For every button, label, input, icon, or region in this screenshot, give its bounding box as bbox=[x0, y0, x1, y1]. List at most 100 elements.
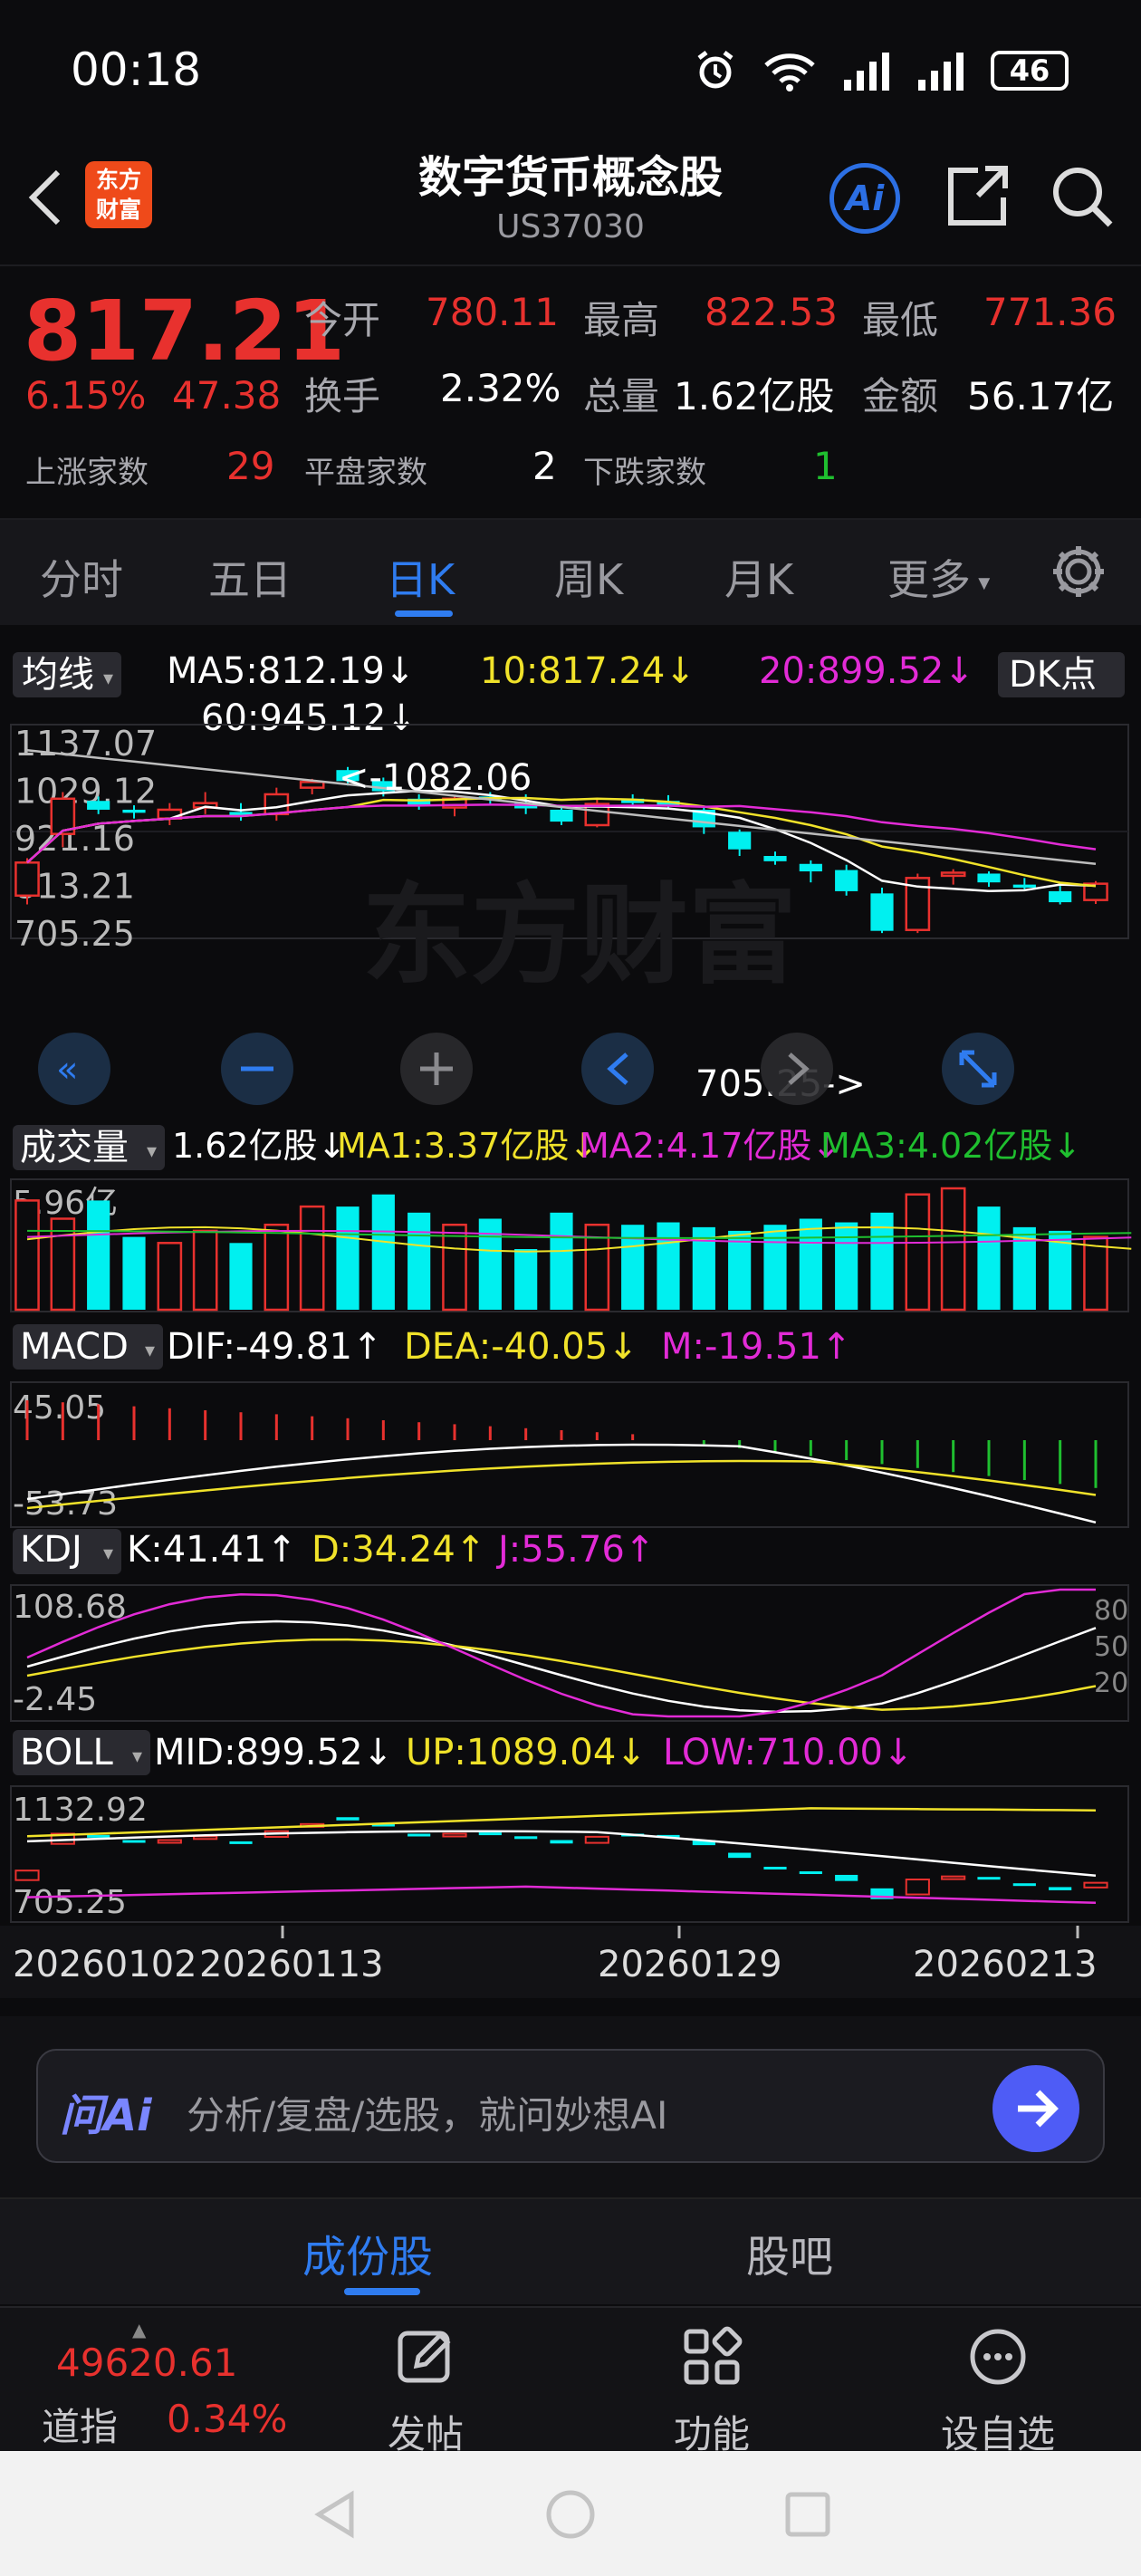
macd-selector-label: MACD bbox=[20, 1326, 129, 1368]
tab-daily-k[interactable]: 日K bbox=[386, 547, 455, 607]
boll-candle bbox=[157, 1839, 182, 1844]
candle bbox=[14, 861, 40, 898]
boll-axis-top: 1132.92 bbox=[13, 1792, 148, 1829]
add-watchlist-button[interactable]: 设自选 bbox=[925, 2324, 1070, 2459]
index-collapse-caret-icon[interactable]: ▲ bbox=[132, 2319, 146, 2341]
candle bbox=[299, 781, 325, 789]
m-legend: M:-19.51↑ bbox=[661, 1326, 851, 1368]
volume-bar bbox=[835, 1222, 858, 1310]
volume-bar bbox=[192, 1229, 218, 1312]
kline-chart[interactable]: 均线 ▾ MA5:812.19↓ 10:817.24↓ 20:899.52↓ 6… bbox=[0, 625, 1141, 2016]
up-count-label: 上涨家数 bbox=[25, 455, 149, 491]
boll-candle bbox=[1049, 1887, 1072, 1890]
volume-bar bbox=[157, 1242, 183, 1312]
boll-candle bbox=[514, 1836, 538, 1840]
volume-bar bbox=[371, 1194, 395, 1310]
low-value: 771.36 bbox=[983, 290, 1117, 334]
kdj-axis-top: 108.68 bbox=[13, 1589, 127, 1626]
volume-value: 1.62亿股 bbox=[674, 374, 835, 418]
candle bbox=[977, 873, 1001, 883]
volume-ma2-legend: MA2:4.17亿股↓ bbox=[580, 1126, 840, 1166]
boll-candle bbox=[763, 1866, 787, 1870]
functions-button[interactable]: 功能 bbox=[639, 2324, 784, 2459]
up-count: 29 bbox=[226, 444, 275, 488]
share-icon[interactable] bbox=[942, 159, 1014, 232]
high-value: 822.53 bbox=[705, 290, 838, 334]
turnover-value: 2.32% bbox=[440, 366, 561, 410]
candle bbox=[835, 870, 858, 891]
dea-legend: DEA:-40.05↓ bbox=[404, 1326, 638, 1368]
boll-candle bbox=[941, 1875, 966, 1880]
change-amount: 47.38 bbox=[172, 373, 282, 418]
kdj-right-50: 50 bbox=[1094, 1631, 1128, 1663]
period-tabs: 分时 五日 日K 周K 月K 更多 ▾ bbox=[0, 518, 1141, 625]
boll-candle bbox=[336, 1817, 360, 1821]
tab-monthly-k[interactable]: 月K bbox=[724, 547, 793, 607]
system-nav-bar bbox=[0, 2451, 1141, 2576]
nav-recents-icon[interactable] bbox=[781, 2487, 835, 2542]
candle bbox=[1012, 884, 1036, 889]
tab-constituents[interactable]: 成份股 bbox=[302, 2221, 433, 2284]
fullscreen-button[interactable] bbox=[942, 1033, 1014, 1105]
high-label: 最高 bbox=[583, 298, 660, 342]
price-axis-label: 1029.12 bbox=[14, 771, 157, 811]
volume-ma3-legend: MA3:4.02亿股↓ bbox=[820, 1126, 1081, 1166]
date-label-2: 20260113 bbox=[199, 1944, 384, 1985]
scroll-left-fast-button[interactable]: « bbox=[38, 1033, 110, 1105]
candle bbox=[1049, 890, 1072, 903]
tab-more[interactable]: 更多 ▾ bbox=[887, 547, 990, 607]
volume-bar bbox=[442, 1223, 467, 1312]
volume-bar bbox=[940, 1187, 966, 1312]
down-count-label: 下跌家数 bbox=[583, 455, 706, 491]
index-value[interactable]: 49620.61 bbox=[56, 2341, 237, 2385]
candle bbox=[799, 863, 822, 872]
candle bbox=[940, 871, 966, 878]
arrow-right-icon bbox=[1018, 2090, 1059, 2128]
open-label: 今开 bbox=[304, 298, 381, 342]
volume-label: 总量 bbox=[583, 374, 660, 418]
tab-intraday[interactable]: 分时 bbox=[40, 547, 123, 607]
volume-bar bbox=[799, 1218, 822, 1310]
open-value: 780.11 bbox=[426, 290, 559, 334]
settings-gear-icon[interactable] bbox=[1049, 542, 1108, 601]
index-name: 道指 bbox=[42, 2405, 119, 2449]
active-tab-indicator bbox=[395, 610, 453, 617]
d-legend: D:34.24↑ bbox=[312, 1529, 485, 1571]
k-legend: K:41.41↑ bbox=[127, 1529, 297, 1571]
ask-ai-submit-button[interactable] bbox=[992, 2065, 1079, 2152]
scroll-right-button[interactable] bbox=[761, 1033, 833, 1105]
search-icon[interactable] bbox=[1045, 159, 1117, 232]
boll-candle bbox=[728, 1852, 752, 1859]
nav-home-icon[interactable] bbox=[542, 2485, 599, 2543]
last-price: 817.21 bbox=[24, 283, 346, 380]
nav-back-icon[interactable] bbox=[308, 2487, 362, 2542]
low-legend: LOW:710.00↓ bbox=[663, 1732, 914, 1773]
volume-bar bbox=[50, 1217, 76, 1312]
tab-five-day[interactable]: 五日 bbox=[208, 547, 292, 607]
price-axis-label: 705.25 bbox=[14, 914, 135, 954]
tab-weekly-k[interactable]: 周K bbox=[554, 547, 623, 607]
wifi-icon bbox=[764, 53, 815, 91]
ma60-legend: 60:945.12↓ bbox=[201, 697, 417, 739]
boll-candle bbox=[835, 1874, 858, 1881]
candle bbox=[550, 809, 573, 822]
ai-button[interactable]: Ai bbox=[829, 163, 900, 234]
boll-candle bbox=[905, 1878, 930, 1896]
mid-legend: MID:899.52↓ bbox=[154, 1732, 393, 1773]
volume-ma1-legend: MA1:3.37亿股↓ bbox=[337, 1126, 598, 1166]
dif-legend: DIF:-49.81↑ bbox=[167, 1326, 382, 1368]
volume-bar bbox=[728, 1230, 752, 1310]
clock: 00:18 bbox=[71, 43, 202, 96]
header: 东方 财富 数字货币概念股 US37030 Ai bbox=[0, 136, 1141, 263]
status-bar: 00:18 46 bbox=[0, 0, 1141, 136]
volume-bar bbox=[14, 1199, 40, 1312]
boll-candle bbox=[1012, 1883, 1036, 1887]
post-button[interactable]: 发帖 bbox=[353, 2324, 498, 2459]
zoom-in-button[interactable] bbox=[400, 1033, 473, 1105]
volume-bar bbox=[264, 1223, 290, 1312]
tab-forum[interactable]: 股吧 bbox=[746, 2221, 833, 2284]
scroll-left-button[interactable] bbox=[581, 1033, 654, 1105]
zoom-out-button[interactable] bbox=[221, 1033, 293, 1105]
amount-value: 56.17亿 bbox=[967, 374, 1115, 418]
ma5-legend: MA5:812.19↓ bbox=[167, 650, 415, 692]
